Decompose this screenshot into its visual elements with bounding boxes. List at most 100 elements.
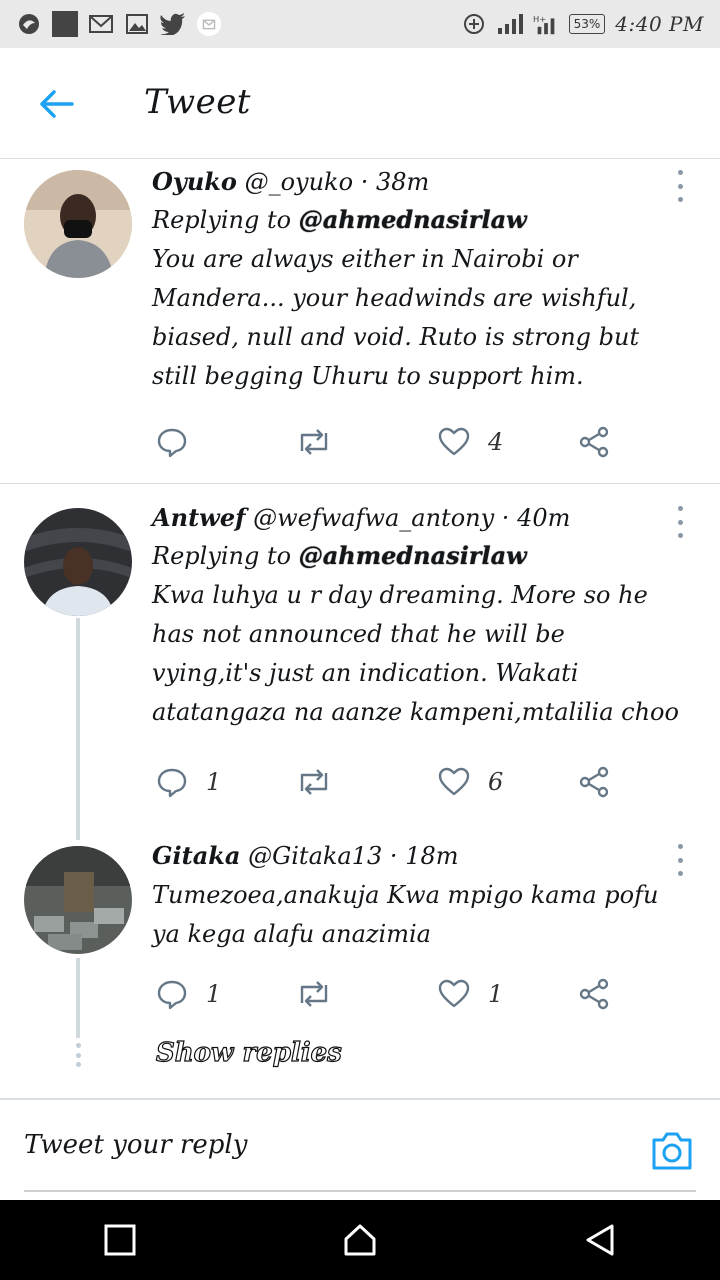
- back-arrow-icon: [40, 90, 74, 118]
- retweet-button[interactable]: [296, 974, 332, 1014]
- heart-icon: [438, 767, 470, 796]
- retweet-icon: [300, 981, 328, 1007]
- like-count: 4: [488, 428, 504, 456]
- reply-count: 1: [206, 980, 222, 1008]
- reply-input[interactable]: Tweet your reply: [24, 1130, 247, 1160]
- reply-count: 1: [206, 768, 222, 796]
- heart-icon: [438, 979, 470, 1008]
- show-replies-link[interactable]: Show replies: [155, 1037, 342, 1068]
- tweet-actions: 1 1: [152, 974, 652, 1014]
- retweet-icon: [300, 429, 328, 455]
- author-handle[interactable]: @Gitaka13: [248, 842, 382, 870]
- reply-composer: Tweet your reply: [0, 1098, 720, 1202]
- tweet-header: Oyuko @_oyuko · 38m: [152, 166, 680, 198]
- retweet-icon: [300, 769, 328, 795]
- share-button[interactable]: [578, 762, 610, 802]
- system-nav-bar: [0, 1200, 720, 1280]
- home-button[interactable]: [320, 1210, 400, 1270]
- tweet-time: 40m: [517, 504, 571, 532]
- camera-button[interactable]: [650, 1130, 694, 1172]
- back-button[interactable]: [32, 82, 80, 126]
- signal-h-plus-icon: H+: [533, 13, 559, 35]
- recents-button[interactable]: [80, 1210, 160, 1270]
- like-count: 1: [488, 980, 504, 1008]
- share-icon: [579, 978, 609, 1010]
- avatar[interactable]: [24, 508, 132, 616]
- like-button[interactable]: 4: [438, 422, 503, 462]
- divider: [0, 483, 720, 484]
- heart-icon: [438, 427, 470, 456]
- back-triangle-icon: [586, 1224, 614, 1256]
- clock: 4:40 PM: [615, 12, 704, 36]
- tweet-time: 38m: [375, 168, 430, 196]
- reply-button[interactable]: 1: [156, 974, 221, 1014]
- replying-to-mention[interactable]: @ahmednasirlaw: [299, 205, 527, 234]
- separator-dot: ·: [360, 168, 369, 196]
- back-nav-button[interactable]: [560, 1210, 640, 1270]
- app-bar: Tweet: [0, 48, 720, 159]
- reply-icon: [157, 768, 187, 798]
- replying-to: Replying to @ahmednasirlaw: [152, 202, 680, 238]
- reply-button[interactable]: [156, 422, 206, 462]
- author-name[interactable]: Gitaka: [152, 841, 240, 870]
- share-button[interactable]: [578, 974, 610, 1014]
- reply-icon: [157, 428, 187, 458]
- reply-input-underline: [24, 1190, 696, 1192]
- reply-icon: [157, 980, 187, 1010]
- status-bar: H+ 53% 4:40 PM: [0, 0, 720, 48]
- replying-to-mention[interactable]: @ahmednasirlaw: [299, 541, 527, 570]
- avatar[interactable]: [24, 170, 132, 278]
- retweet-button[interactable]: [296, 422, 332, 462]
- tweet-antwef[interactable]: Antwef @wefwafwa_antony · 40m Replying t…: [0, 496, 720, 826]
- share-button[interactable]: [578, 422, 610, 462]
- tweet-gitaka[interactable]: Gitaka @Gitaka13 · 18m Tumezoea,anakuja …: [0, 834, 720, 1034]
- author-name[interactable]: Oyuko: [152, 167, 237, 196]
- avatar[interactable]: [24, 846, 132, 954]
- svg-text:H+: H+: [533, 14, 546, 24]
- tweet-text: Kwa luhya u r day dreaming. More so he h…: [152, 581, 679, 726]
- separator-dot: ·: [389, 842, 398, 870]
- tweet-header: Gitaka @Gitaka13 · 18m: [152, 840, 680, 872]
- gallery-icon: [124, 13, 150, 35]
- tweet-body: Oyuko @_oyuko · 38m Replying to @ahmedna…: [152, 166, 680, 396]
- more-options-button[interactable]: [670, 506, 690, 538]
- app-bird-icon: [16, 13, 42, 35]
- author-name[interactable]: Antwef: [152, 503, 245, 532]
- share-icon: [579, 426, 609, 458]
- like-button[interactable]: 1: [438, 974, 503, 1014]
- tweet-body: Antwef @wefwafwa_antony · 40m Replying t…: [152, 502, 680, 732]
- reply-button[interactable]: 1: [156, 762, 221, 802]
- tweet-text: You are always either in Nairobi or Mand…: [152, 245, 640, 390]
- like-count: 6: [488, 768, 504, 796]
- message-badge-icon: [196, 11, 222, 37]
- square-app-icon: [52, 11, 78, 37]
- like-button[interactable]: 6: [438, 762, 503, 802]
- separator-dot: ·: [501, 504, 510, 532]
- home-icon: [344, 1224, 376, 1256]
- retweet-button[interactable]: [296, 762, 332, 802]
- recents-square-icon: [104, 1224, 136, 1256]
- share-icon: [579, 766, 609, 798]
- author-handle[interactable]: @wefwafwa_antony: [253, 504, 494, 532]
- status-right-icons: H+ 53% 4:40 PM: [461, 12, 704, 36]
- signal-icon: [497, 13, 523, 35]
- replying-to: Replying to @ahmednasirlaw: [152, 538, 680, 574]
- more-options-button[interactable]: [670, 844, 690, 876]
- page-title: Tweet: [144, 82, 251, 122]
- gmail-icon: [88, 13, 114, 35]
- tweet-body: Gitaka @Gitaka13 · 18m Tumezoea,anakuja …: [152, 840, 680, 954]
- tweet-actions: 4: [152, 422, 652, 462]
- camera-icon: [652, 1132, 692, 1170]
- tweet-oyuko[interactable]: Oyuko @_oyuko · 38m Replying to @ahmedna…: [0, 160, 720, 482]
- tweet-text: Tumezoea,anakuja Kwa mpigo kama pofu ya …: [152, 881, 659, 948]
- author-handle[interactable]: @_oyuko: [245, 168, 353, 196]
- tweet-time: 18m: [405, 842, 459, 870]
- tweet-header: Antwef @wefwafwa_antony · 40m: [152, 502, 680, 534]
- status-left-icons: [16, 11, 222, 37]
- battery-indicator: 53%: [568, 14, 606, 34]
- more-options-button[interactable]: [670, 170, 690, 202]
- data-saver-icon: [461, 13, 487, 35]
- tweet-actions: 1 6: [152, 762, 652, 802]
- replying-to-label: Replying to: [152, 542, 292, 570]
- replying-to-label: Replying to: [152, 206, 292, 234]
